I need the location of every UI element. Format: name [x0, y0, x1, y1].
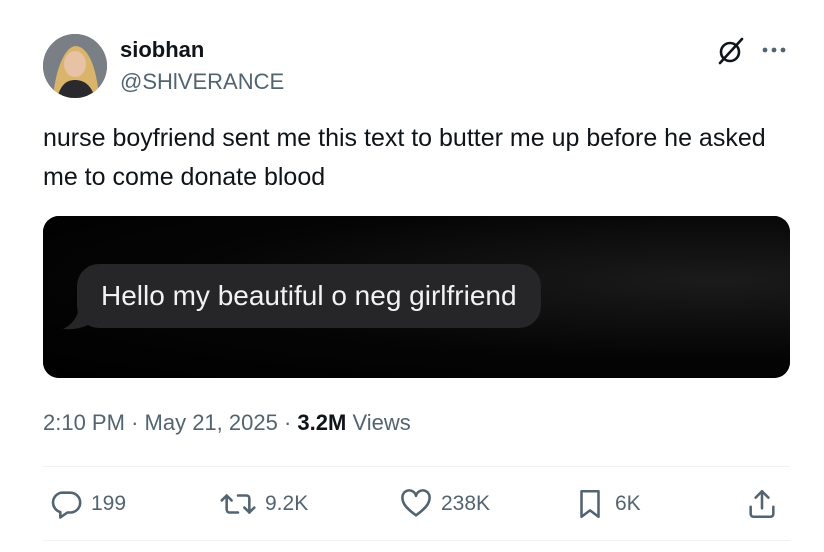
- grok-icon[interactable]: [714, 34, 748, 68]
- message-bubble: Hello my beautiful o neg girlfriend: [77, 264, 541, 328]
- bookmark-count: 6K: [615, 492, 641, 515]
- author-handle[interactable]: @SHlVERANCE: [120, 69, 284, 95]
- avatar-image: [43, 34, 107, 98]
- bookmark-icon: [580, 489, 600, 519]
- reply-icon: [51, 491, 82, 519]
- repost-count: 9.2K: [265, 492, 309, 515]
- meta-separator: ·: [283, 410, 292, 435]
- repost-button[interactable]: 9.2K: [219, 482, 308, 526]
- tweet-date[interactable]: May 21, 2025: [145, 410, 278, 435]
- action-bar: 199 9.2K 238K 6K: [43, 482, 790, 526]
- divider: [43, 540, 790, 541]
- like-button[interactable]: 238K: [399, 482, 490, 526]
- share-button[interactable]: [745, 482, 787, 526]
- views-label: Views: [352, 410, 411, 435]
- author-name[interactable]: siobhan: [120, 37, 204, 63]
- like-icon: [401, 489, 431, 517]
- like-count: 238K: [441, 492, 491, 515]
- reply-count: 199: [91, 492, 127, 515]
- repost-icon: [220, 494, 256, 514]
- divider: [43, 466, 790, 467]
- share-icon: [749, 489, 775, 519]
- bookmark-button[interactable]: 6K: [573, 482, 641, 526]
- tweet-meta: 2:10 PM · May 21, 2025 · 3.2M Views: [43, 410, 411, 436]
- more-icon[interactable]: [760, 36, 788, 64]
- tweet: siobhan @SHlVERANCE nurse boyfriend sent…: [0, 0, 824, 552]
- views-count: 3.2M: [297, 410, 347, 435]
- tweet-text: nurse boyfriend sent me this text to but…: [43, 124, 766, 191]
- tweet-time[interactable]: 2:10 PM: [43, 410, 125, 435]
- avatar[interactable]: [43, 34, 107, 98]
- reply-button[interactable]: 199: [49, 482, 126, 526]
- tweet-media[interactable]: Hello my beautiful o neg girlfriend: [43, 216, 790, 378]
- meta-separator: ·: [131, 410, 139, 435]
